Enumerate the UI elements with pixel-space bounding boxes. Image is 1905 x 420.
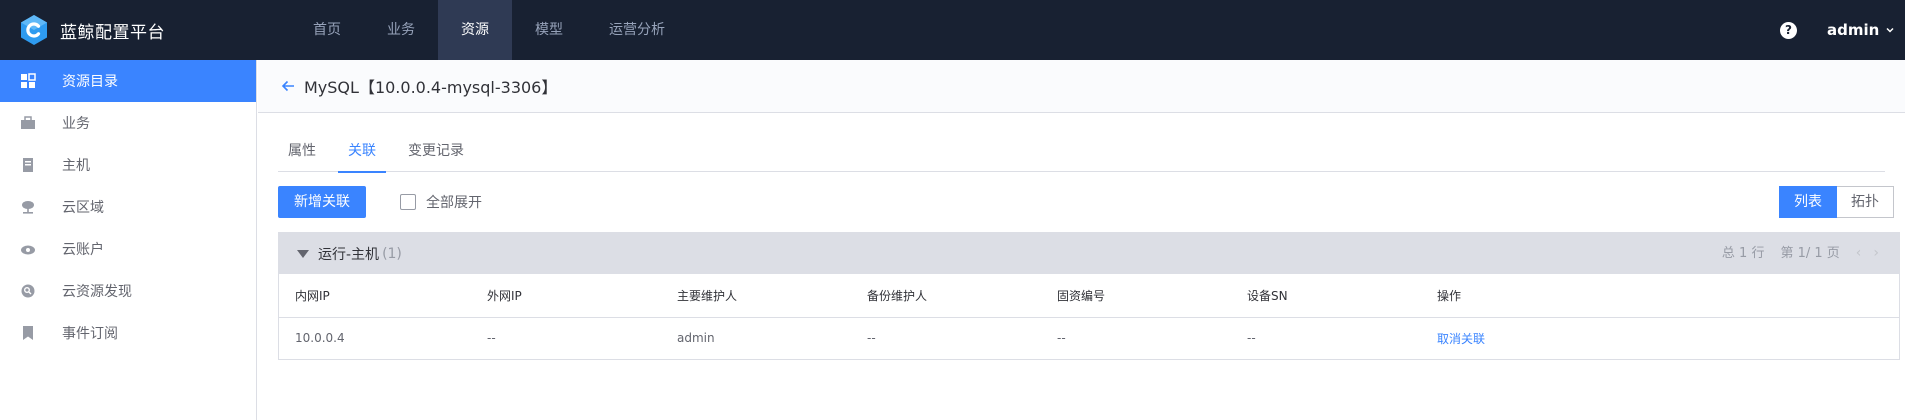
- sidebar-item-resource-directory[interactable]: 资源目录: [0, 60, 256, 102]
- group-name: 运行-主机: [318, 246, 380, 263]
- nav-item-analysis[interactable]: 运营分析: [586, 0, 688, 60]
- association-table: 内网IP 外网IP 主要维护人 备份维护人 固资编号 设备SN 操作 10.0.…: [279, 274, 1899, 359]
- briefcase-icon: [20, 115, 36, 131]
- sidebar: 资源目录 业务 主机 云区域 云账户 云资源发现 事件订阅: [0, 60, 257, 420]
- detail-tabs: 属性 关联 变更记录: [278, 130, 1885, 173]
- sidebar-item-cloud-account[interactable]: 云账户: [0, 228, 256, 270]
- cell-asset-id: --: [1057, 331, 1066, 346]
- view-list-button[interactable]: 列表: [1779, 186, 1837, 218]
- next-page-icon[interactable]: ›: [1873, 233, 1879, 274]
- column-header: 主要维护人: [661, 274, 851, 318]
- prev-page-icon[interactable]: ‹: [1856, 233, 1862, 274]
- sidebar-item-cloud-area[interactable]: 云区域: [0, 186, 256, 228]
- group-count: (1): [382, 245, 402, 262]
- nav-item-business[interactable]: 业务: [364, 0, 438, 60]
- help-icon[interactable]: ?: [1780, 22, 1797, 39]
- expand-all-checkbox[interactable]: [400, 194, 416, 210]
- cell-sn: --: [1247, 331, 1256, 346]
- sidebar-item-label: 云资源发现: [62, 284, 132, 300]
- column-header: 操作: [1421, 274, 1899, 318]
- nav-item-model[interactable]: 模型: [512, 0, 586, 60]
- view-topology-button[interactable]: 拓扑: [1837, 186, 1894, 218]
- cloud-network-icon: [20, 199, 36, 215]
- cell-inner-ip: 10.0.0.4: [295, 331, 345, 346]
- collapse-triangle-icon[interactable]: [297, 249, 309, 258]
- column-header: 内网IP: [279, 274, 471, 318]
- expand-all-toggle[interactable]: 全部展开: [400, 186, 482, 218]
- sidebar-item-host[interactable]: 主机: [0, 144, 256, 186]
- cloud-discovery-icon: [20, 283, 36, 299]
- add-association-button[interactable]: 新增关联: [278, 186, 366, 218]
- cloud-account-icon: [20, 241, 36, 257]
- sidebar-item-label: 云区域: [62, 200, 104, 216]
- pagination: 总 1 行 第 1/ 1 页 ‹ ›: [1722, 233, 1879, 274]
- view-switch: 列表 拓扑: [1779, 186, 1894, 218]
- brand-name: 蓝鲸配置平台: [60, 22, 165, 43]
- expand-all-label: 全部展开: [426, 195, 482, 211]
- table-row: 10.0.0.4 -- admin -- -- -- 取消关联: [279, 317, 1899, 359]
- bk-cmdb-logo-icon: [21, 15, 47, 45]
- sidebar-item-label: 事件订阅: [62, 326, 118, 342]
- nav-item-home[interactable]: 首页: [290, 0, 364, 60]
- back-arrow-icon[interactable]: [280, 78, 296, 94]
- nav-item-resource[interactable]: 资源: [438, 0, 512, 60]
- server-icon: [20, 157, 36, 173]
- sidebar-item-label: 业务: [62, 116, 90, 132]
- grid-icon: [20, 73, 36, 89]
- association-group: 运行-主机 (1) 总 1 行 第 1/ 1 页 ‹ › 内网IP 外网IP 主…: [278, 232, 1900, 360]
- page-indicator: 第 1/ 1 页: [1780, 246, 1840, 261]
- page-header: MySQL【10.0.0.4-mysql-3306】: [258, 60, 1905, 113]
- sidebar-item-business[interactable]: 业务: [0, 102, 256, 144]
- tab-attributes[interactable]: 属性: [278, 130, 326, 172]
- column-header: 备份维护人: [851, 274, 1041, 318]
- cell-operator: admin: [677, 331, 715, 346]
- chevron-down-icon: [1886, 27, 1894, 33]
- sidebar-item-label: 主机: [62, 158, 90, 174]
- group-header[interactable]: 运行-主机 (1) 总 1 行 第 1/ 1 页 ‹ ›: [279, 233, 1899, 274]
- association-toolbar: 新增关联 全部展开 列表 拓扑: [278, 186, 1900, 218]
- sidebar-item-label: 云账户: [62, 242, 104, 258]
- sidebar-item-event-subscription[interactable]: 事件订阅: [0, 312, 256, 354]
- main-content: MySQL【10.0.0.4-mysql-3306】 属性 关联 变更记录 新增…: [258, 60, 1905, 420]
- top-navigation-bar: 蓝鲸配置平台 首页 业务 资源 模型 运营分析 ? admin: [0, 0, 1905, 60]
- remove-association-link[interactable]: 取消关联: [1437, 332, 1485, 346]
- column-header: 设备SN: [1231, 274, 1421, 318]
- sidebar-item-cloud-discovery[interactable]: 云资源发现: [0, 270, 256, 312]
- cell-action: 取消关联: [1421, 317, 1899, 359]
- sidebar-item-label: 资源目录: [62, 74, 118, 90]
- page-title: MySQL【10.0.0.4-mysql-3306】: [304, 78, 558, 97]
- column-header: 外网IP: [471, 274, 661, 318]
- tab-change-history[interactable]: 变更记录: [398, 130, 474, 172]
- main-nav: 首页 业务 资源 模型 运营分析: [290, 0, 688, 60]
- total-rows: 总 1 行: [1721, 246, 1765, 261]
- cell-bak-operator: --: [867, 331, 876, 346]
- tab-association[interactable]: 关联: [338, 130, 386, 173]
- bookmark-icon: [20, 325, 36, 341]
- brand[interactable]: 蓝鲸配置平台: [19, 14, 165, 46]
- user-menu[interactable]: admin: [1827, 0, 1895, 60]
- username: admin: [1827, 21, 1880, 39]
- column-header: 固资编号: [1041, 274, 1231, 318]
- cell-outer-ip: --: [487, 331, 496, 346]
- table-header-row: 内网IP 外网IP 主要维护人 备份维护人 固资编号 设备SN 操作: [279, 274, 1899, 318]
